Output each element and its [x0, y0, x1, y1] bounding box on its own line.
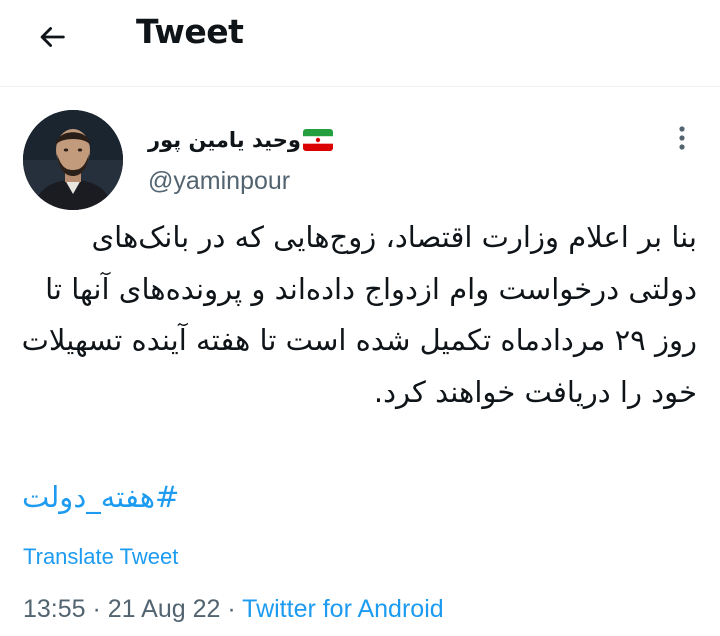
author-display-name[interactable]: وحید یامین پور — [148, 128, 301, 152]
author-handle[interactable]: @yaminpour — [148, 167, 290, 196]
top-bar: Tweet — [0, 0, 720, 87]
tweet-metadata: 13:55 · 21 Aug 22 · Twitter for Android — [23, 595, 444, 624]
hashtag-link[interactable]: #هفته_دولت — [22, 480, 179, 514]
iran-flag-icon — [302, 129, 333, 151]
author-name-row[interactable]: وحید یامین پور — [148, 124, 333, 156]
meta-separator: · — [220, 595, 243, 623]
tweet-date[interactable]: 21 Aug 22 — [108, 595, 221, 623]
profile-photo — [23, 110, 123, 210]
back-button[interactable] — [30, 15, 74, 59]
more-options-button[interactable] — [666, 122, 698, 154]
tweet-time[interactable]: 13:55 — [23, 595, 86, 623]
meta-separator: · — [85, 595, 108, 623]
tweet-text: بنا بر اعلام وزارت اقتصاد، زوج‌هایی که د… — [21, 220, 697, 409]
vertical-dots-icon — [679, 126, 685, 150]
translate-tweet-link[interactable]: Translate Tweet — [23, 544, 178, 570]
page-title: Tweet — [136, 12, 244, 51]
arrow-left-icon — [40, 27, 65, 47]
avatar[interactable] — [23, 110, 123, 210]
tweet-source-link[interactable]: Twitter for Android — [242, 595, 443, 623]
